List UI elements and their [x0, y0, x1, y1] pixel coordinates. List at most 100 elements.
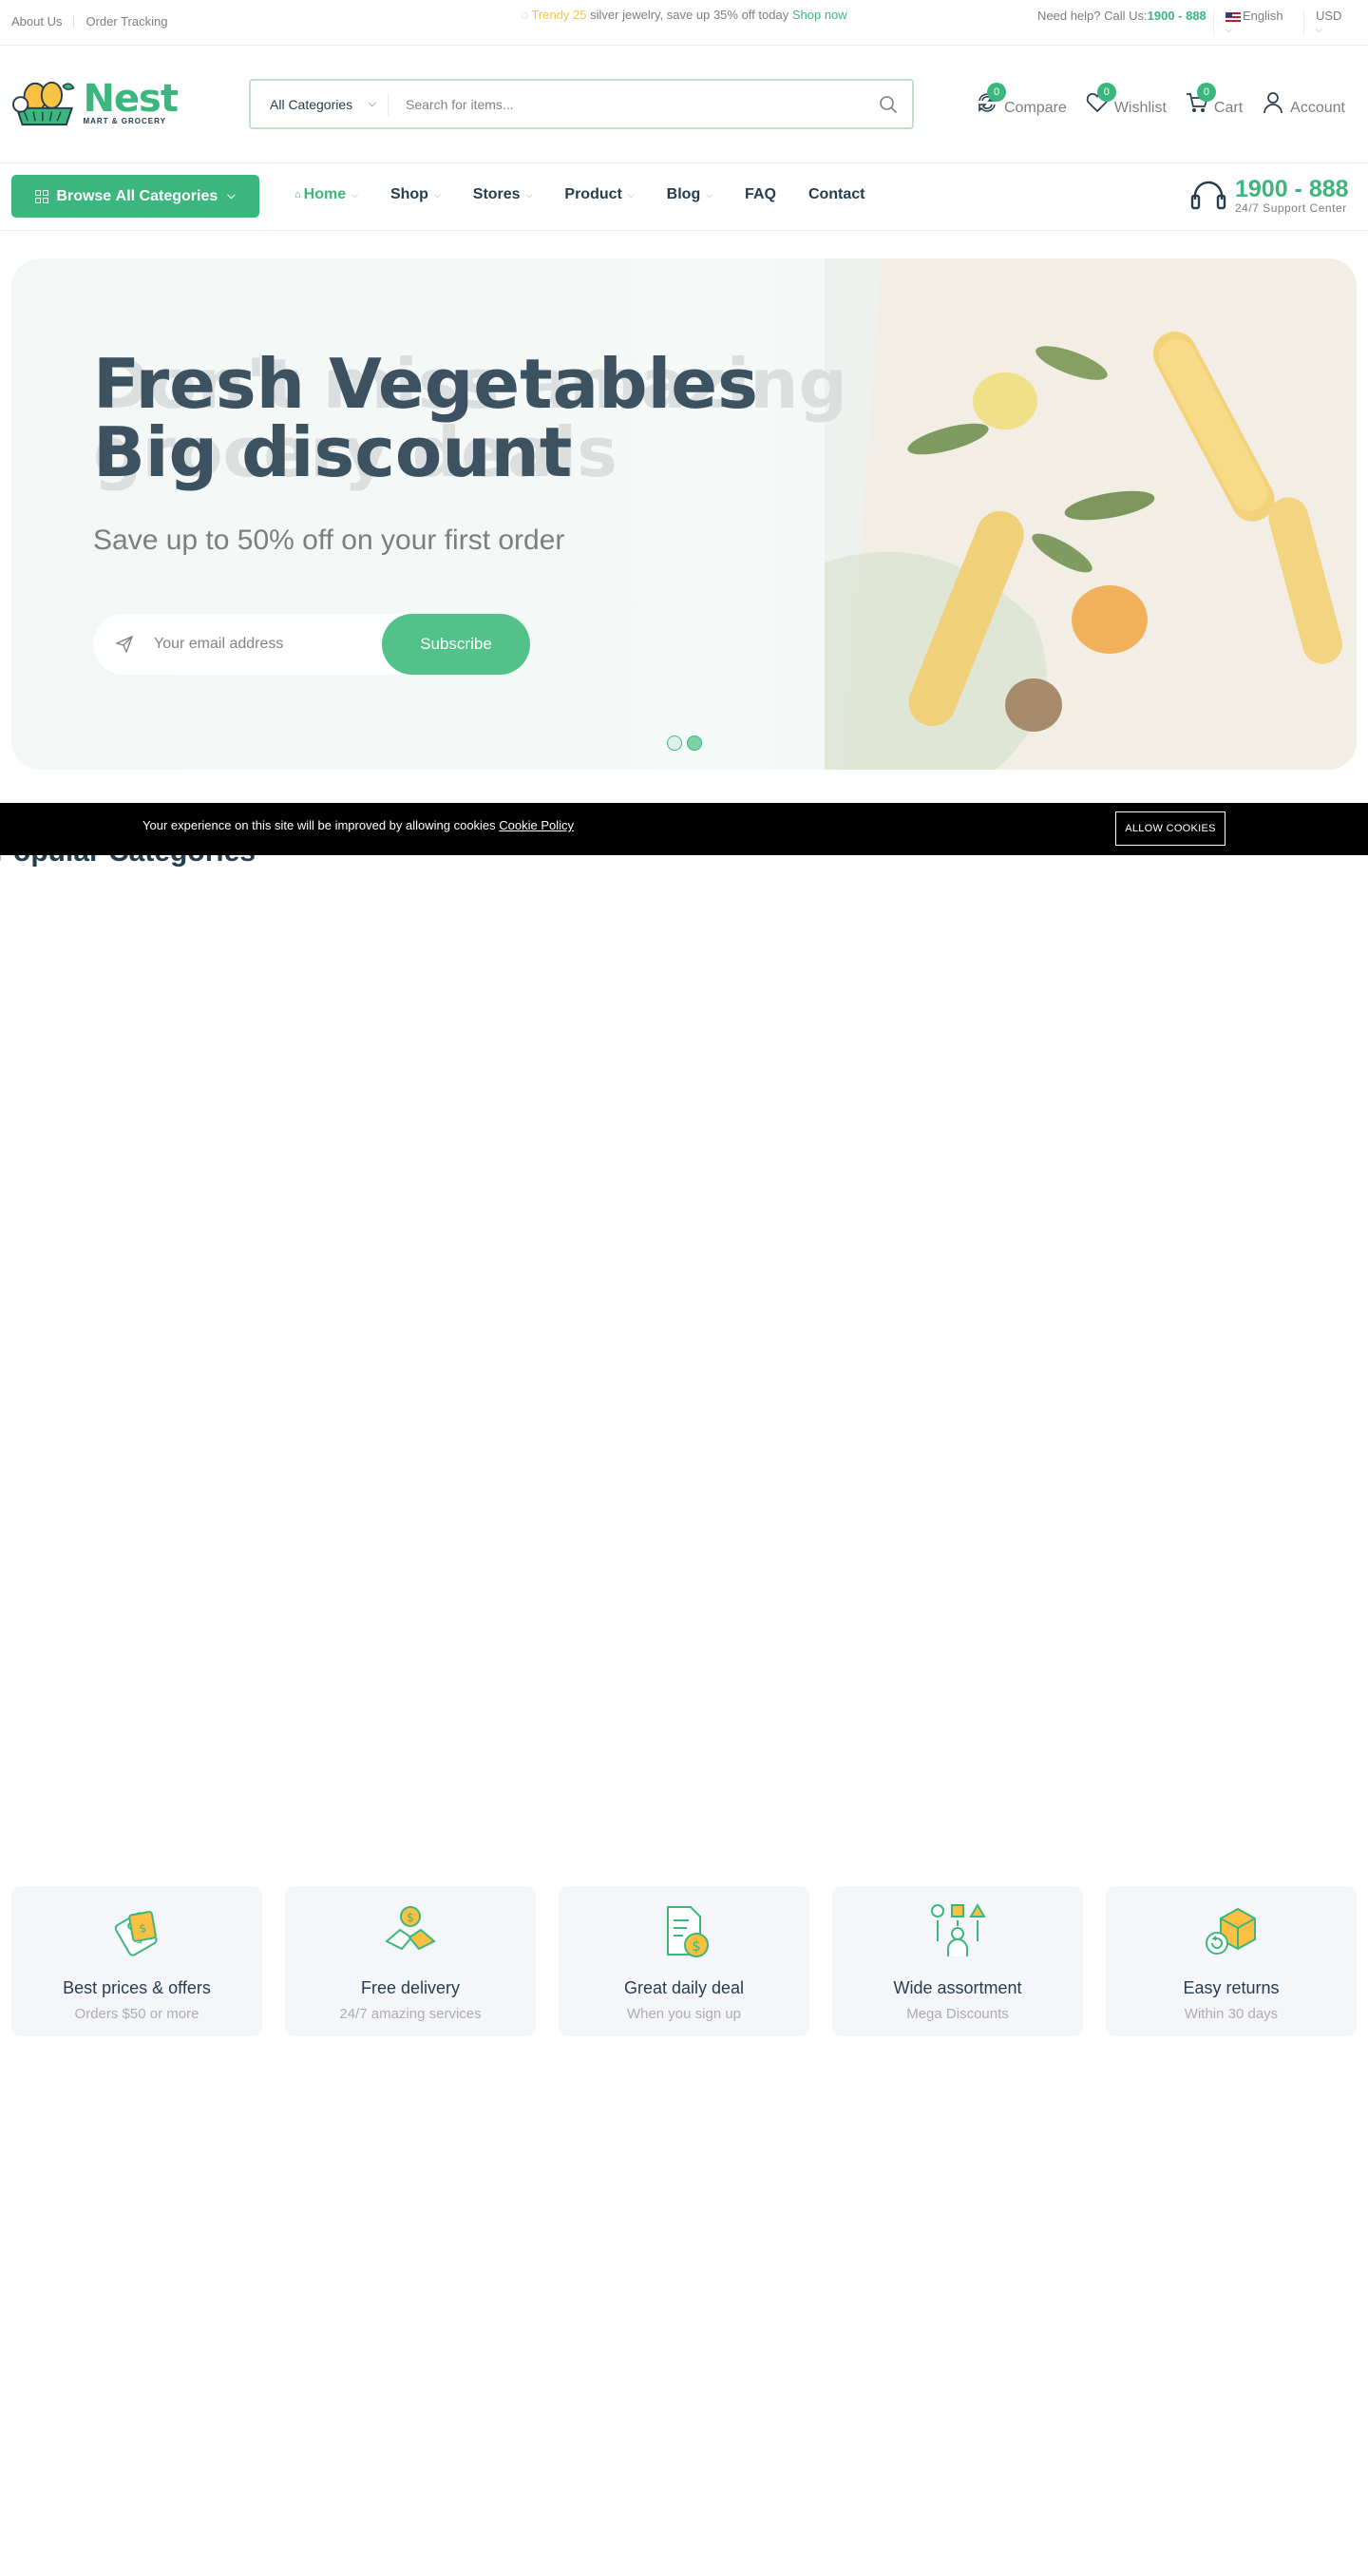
- assortment-icon: [931, 1903, 986, 1956]
- search-bar: All Categories ⌵: [249, 79, 914, 129]
- nav-item-label: Home: [303, 186, 347, 202]
- language-selector[interactable]: English ⌵: [1213, 10, 1303, 36]
- language-label: English: [1243, 9, 1283, 23]
- chevron-down-icon: ⌵: [706, 189, 713, 200]
- main-nav: Browse All Categories ⌵ ⌂ Home ⌵ Shop ⌵ St…: [0, 163, 1368, 231]
- logo-text: Nest MART & GROCERY: [83, 76, 179, 125]
- slider-dot-active[interactable]: [687, 735, 702, 751]
- search-button[interactable]: [864, 86, 912, 124]
- cart-count-badge: 0: [1196, 83, 1216, 102]
- order-tracking-link[interactable]: Order Tracking: [86, 14, 167, 29]
- account-action[interactable]: Account: [1260, 88, 1345, 117]
- home-icon: ⌂: [294, 189, 301, 200]
- search-input[interactable]: [389, 96, 864, 112]
- browse-prefix: Browse: [56, 187, 112, 204]
- cookie-message: Your experience on this site will be imp…: [142, 818, 574, 832]
- about-us-link[interactable]: About Us: [11, 14, 62, 29]
- search-icon: [880, 95, 898, 113]
- newsletter-form: Subscribe: [93, 614, 530, 675]
- browse-categories-button[interactable]: Browse All Categories ⌵: [11, 175, 259, 218]
- category-select[interactable]: All Categories ⌵: [251, 92, 389, 116]
- feature-card: Wide assortment Mega Discounts: [832, 1886, 1083, 2036]
- cart-action[interactable]: 0 Cart: [1184, 83, 1244, 117]
- svg-text:$: $: [407, 1911, 414, 1924]
- support-label: 24/7 Support Center: [1235, 201, 1347, 215]
- browse-label: All Categories: [115, 187, 218, 204]
- currency-selector[interactable]: USD ⌵: [1303, 10, 1341, 36]
- basket-logo-icon: [11, 81, 75, 126]
- svg-text:$: $: [692, 1937, 701, 1955]
- top-links: About Us Order Tracking: [11, 14, 167, 29]
- nav-item-label: Blog: [666, 186, 701, 202]
- feature-subtitle: Orders $50 or more: [74, 2006, 200, 2022]
- divider: [73, 15, 75, 28]
- feature-subtitle: When you sign up: [626, 2006, 742, 2022]
- wishlist-label: Wishlist: [1113, 100, 1167, 116]
- help-label: Need help? Call Us:: [1037, 9, 1148, 23]
- slider-dot[interactable]: [667, 735, 682, 751]
- nav-item-product[interactable]: Product ⌵: [564, 186, 634, 203]
- feature-title: Great daily deal: [623, 1978, 745, 1997]
- compare-label: Compare: [1004, 100, 1067, 116]
- chevron-down-icon: ⌵: [368, 98, 376, 109]
- send-icon: [116, 636, 154, 653]
- header-actions: 0 Compare 0 Wishlist 0 Cart Account: [974, 83, 1362, 117]
- cart-label: Cart: [1213, 100, 1244, 116]
- promo-bell-icon: ◌: [521, 8, 529, 22]
- nav-item-contact[interactable]: Contact: [808, 186, 865, 203]
- category-select-value: All Categories: [270, 96, 353, 112]
- feature-card: $ Great daily deal When you sign up: [559, 1886, 809, 2036]
- slider-dots: [667, 735, 707, 751]
- daily-deal-icon: $: [667, 1906, 709, 1957]
- feature-title: Easy returns: [1183, 1978, 1280, 1997]
- headset-icon: [1190, 181, 1226, 210]
- feature-card: $ Free delivery 24/7 amazing services: [285, 1886, 536, 2036]
- logo-title: Nest: [83, 76, 179, 121]
- feature-title: Free delivery: [360, 1978, 461, 1997]
- vegetables-hero-image: [825, 258, 1357, 770]
- feature-subtitle: Within 30 days: [1184, 2006, 1279, 2022]
- logo[interactable]: Nest MART & GROCERY: [11, 74, 179, 131]
- nav-item-label: Stores: [472, 186, 521, 202]
- support-center[interactable]: 1900 - 888 24/7 Support Center: [1189, 177, 1349, 215]
- compare-action[interactable]: 0 Compare: [974, 83, 1067, 117]
- chevron-down-icon: ⌵: [525, 189, 533, 200]
- support-number: 1900 - 888: [1235, 176, 1349, 202]
- help-phone[interactable]: 1900 - 888: [1148, 9, 1206, 23]
- promo-shop-now-link[interactable]: Shop now: [792, 8, 847, 22]
- nav-item-label: Shop: [390, 186, 428, 202]
- feature-title: Wide assortment: [893, 1978, 1022, 1997]
- allow-cookies-button[interactable]: ALLOW COOKIES: [1115, 811, 1226, 846]
- compare-count-badge: 0: [987, 83, 1006, 102]
- chevron-down-icon: ⌵: [433, 189, 441, 200]
- features-row: $ $ Best prices & offers Orders $50 or m…: [11, 1886, 1357, 2036]
- chevron-down-icon: ⌵: [627, 189, 635, 200]
- delivery-handshake-icon: $: [385, 1906, 436, 1951]
- cookie-policy-link[interactable]: Cookie Policy: [499, 818, 574, 832]
- top-right: Need help? Call Us:1900 - 888 English ⌵ …: [1037, 10, 1341, 36]
- logo-subtitle: MART & GROCERY: [83, 116, 166, 125]
- wishlist-action[interactable]: 0 Wishlist: [1084, 83, 1167, 117]
- nav-item-home[interactable]: ⌂ Home ⌵: [294, 186, 358, 203]
- feature-subtitle: 24/7 amazing services: [339, 2006, 482, 2022]
- wishlist-count-badge: 0: [1096, 83, 1116, 102]
- feature-title: Best prices & offers: [63, 1978, 211, 1997]
- hero-slider: Don't miss amazing grocery deals Fresh V…: [11, 258, 1357, 770]
- price-tag-icon: $ $: [114, 1911, 158, 1956]
- nav-item-faq[interactable]: FAQ: [745, 186, 776, 203]
- promo-text: silver jewelry, save up 35% off today: [590, 8, 789, 22]
- chevron-down-icon: ⌵: [227, 190, 236, 201]
- help-callout: Need help? Call Us:1900 - 888: [1037, 10, 1213, 36]
- currency-label: USD: [1316, 9, 1342, 23]
- nav-item-label: Contact: [808, 186, 865, 202]
- nav-item-shop[interactable]: Shop ⌵: [390, 186, 441, 203]
- nav-item-blog[interactable]: Blog ⌵: [667, 186, 712, 203]
- user-icon: [1264, 92, 1283, 114]
- nav-item-label: FAQ: [745, 186, 776, 202]
- returns-box-icon: [1206, 1907, 1256, 1955]
- hero-title: Fresh Vegetables Big discount: [93, 350, 758, 487]
- top-bar: About Us Order Tracking ◌ Trendy 25 silv…: [0, 0, 1368, 46]
- promo-ticker: ◌ Trendy 25 silver jewelry, save up 35% …: [494, 8, 874, 22]
- nav-item-stores[interactable]: Stores ⌵: [473, 186, 533, 203]
- subscribe-button[interactable]: Subscribe: [382, 614, 530, 675]
